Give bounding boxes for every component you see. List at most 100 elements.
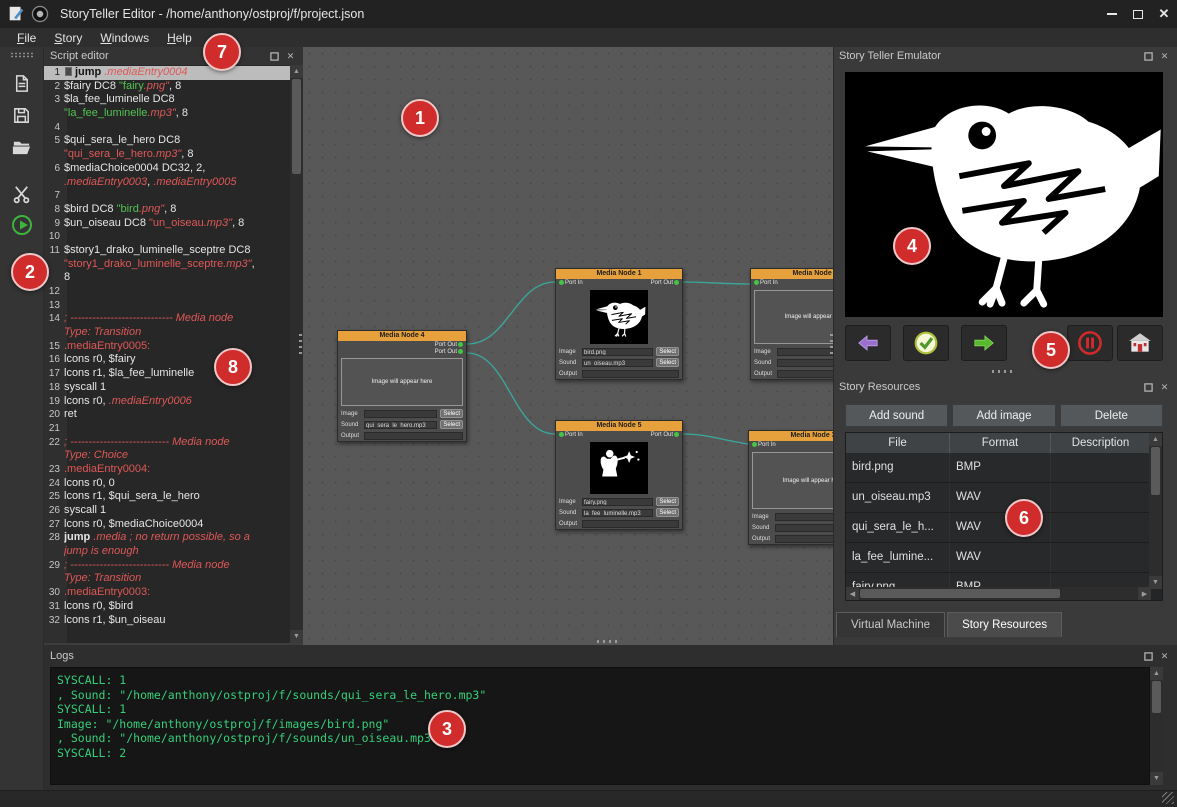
column-header-description[interactable]: Description xyxy=(1051,433,1151,453)
toolbar-drag-handle[interactable] xyxy=(10,52,34,58)
close-panel-button[interactable]: ✕ xyxy=(1158,650,1171,663)
column-header-format[interactable]: Format xyxy=(950,433,1051,453)
media-node[interactable]: Media Node 3Port InImage will appear her… xyxy=(748,430,833,545)
menu-windows[interactable]: Windows xyxy=(91,31,158,45)
input-port[interactable]: Port In xyxy=(753,280,778,287)
float-panel-button[interactable] xyxy=(1142,381,1155,394)
emulator-home-button[interactable] xyxy=(1117,325,1163,361)
table-vertical-scrollbar[interactable]: ▲ ▼ xyxy=(1149,433,1162,589)
emulator-previous-button[interactable] xyxy=(845,325,891,361)
table-row[interactable]: un_oiseau.mp3WAV xyxy=(846,483,1151,513)
scrollbar-thumb[interactable] xyxy=(860,589,1060,598)
field-value[interactable] xyxy=(777,370,833,378)
emulator-next-button[interactable] xyxy=(961,325,1007,361)
resources-delete-button[interactable]: Delete xyxy=(1060,404,1163,427)
scrollbar-thumb[interactable] xyxy=(1152,681,1161,713)
port-dot xyxy=(559,280,564,285)
resources-add-image-button[interactable]: Add image xyxy=(952,404,1055,427)
resources-table[interactable]: FileFormatDescription bird.pngBMPun_oise… xyxy=(845,432,1163,601)
field-value[interactable] xyxy=(582,370,679,378)
media-node[interactable]: Media Node 1Port InPort OutImagebird.png… xyxy=(555,268,683,380)
table-row[interactable]: qui_sera_le_h...WAV xyxy=(846,513,1151,543)
scroll-up-arrow[interactable]: ▲ xyxy=(1149,433,1162,446)
scrollbar-thumb[interactable] xyxy=(1151,447,1160,495)
select-button[interactable]: Select xyxy=(656,508,679,517)
close-panel-button[interactable]: ✕ xyxy=(1158,50,1171,63)
float-panel-button[interactable] xyxy=(268,50,281,63)
select-button[interactable]: Select xyxy=(440,409,463,418)
splitter-handle[interactable] xyxy=(597,640,621,643)
logs-scrollbar[interactable]: ▲ ▼ xyxy=(1150,667,1163,785)
media-node[interactable]: Media Node 5Port InPort OutImagefairy.pn… xyxy=(555,420,683,530)
status-bar xyxy=(0,790,1177,807)
maximize-button[interactable] xyxy=(1125,0,1151,28)
output-port[interactable]: Port Out xyxy=(435,342,464,348)
close-button[interactable]: ✕ xyxy=(1151,0,1177,28)
field-value[interactable]: qui_sera_le_hero.mp3 xyxy=(364,421,437,429)
emulator-validate-button[interactable] xyxy=(903,325,949,361)
select-button[interactable]: Select xyxy=(656,358,679,367)
node-canvas[interactable]: Media Node 4Port OutPort OutImage will a… xyxy=(303,47,833,648)
node-field: Soundun_oiseau.mp3Select xyxy=(556,357,682,368)
float-panel-button[interactable] xyxy=(1142,650,1155,663)
select-button[interactable]: Select xyxy=(440,420,463,429)
script-editor[interactable]: 1jump .mediaEntry00042$fairy DC8 "fairy.… xyxy=(44,65,303,643)
field-value[interactable]: fairy.png xyxy=(582,498,653,506)
table-row[interactable]: bird.pngBMP xyxy=(846,453,1151,483)
media-node[interactable]: Media Node 2Port InImage will appear her… xyxy=(750,268,833,380)
select-button[interactable]: Select xyxy=(656,347,679,356)
float-panel-button[interactable] xyxy=(1142,50,1155,63)
input-port[interactable]: Port In xyxy=(751,442,776,449)
field-value[interactable] xyxy=(775,524,833,532)
field-value[interactable]: bird.png xyxy=(582,348,653,356)
menu-help[interactable]: Help xyxy=(158,31,201,45)
column-header-file[interactable]: File xyxy=(846,433,950,453)
close-panel-button[interactable]: ✕ xyxy=(284,50,297,63)
toolbar-cut-button[interactable] xyxy=(6,178,38,208)
media-node[interactable]: Media Node 4Port OutPort OutImage will a… xyxy=(337,330,467,442)
tab-story-resources[interactable]: Story Resources xyxy=(947,612,1062,637)
splitter-handle[interactable] xyxy=(830,334,833,358)
toolbar-run-button[interactable] xyxy=(6,210,38,240)
logs-content[interactable]: SYSCALL: 1, Sound: "/home/anthony/ostpro… xyxy=(50,667,1150,785)
output-port[interactable]: Port Out xyxy=(651,432,680,438)
select-button[interactable]: Select xyxy=(656,497,679,506)
table-horizontal-scrollbar[interactable]: ◀ ▶ xyxy=(846,587,1151,600)
tab-virtual-machine[interactable]: Virtual Machine xyxy=(836,612,945,637)
toolbar-new-file-button[interactable] xyxy=(6,68,38,98)
scroll-down-arrow[interactable]: ▼ xyxy=(290,630,303,643)
field-value[interactable]: la_fee_luminelle.mp3 xyxy=(582,509,653,517)
field-value[interactable] xyxy=(364,432,463,440)
resize-grip[interactable] xyxy=(1162,792,1174,804)
scroll-right-arrow[interactable]: ▶ xyxy=(1138,587,1151,600)
menu-story[interactable]: Story xyxy=(45,31,91,45)
field-value[interactable] xyxy=(777,348,833,356)
scroll-down-arrow[interactable]: ▼ xyxy=(1150,772,1163,785)
field-value[interactable] xyxy=(582,520,679,528)
scroll-up-arrow[interactable]: ▲ xyxy=(290,65,303,78)
input-port[interactable]: Port In xyxy=(558,432,583,439)
input-port[interactable]: Port In xyxy=(558,280,583,287)
resources-add-sound-button[interactable]: Add sound xyxy=(845,404,948,427)
code-row: 29; --------------------------- Media no… xyxy=(44,559,290,573)
field-value[interactable]: un_oiseau.mp3 xyxy=(582,359,653,367)
scroll-left-arrow[interactable]: ◀ xyxy=(846,587,859,600)
field-value[interactable] xyxy=(775,535,833,543)
output-port[interactable]: Port Out xyxy=(435,349,464,355)
splitter-handle[interactable] xyxy=(992,370,1016,373)
emulator-pause-button[interactable] xyxy=(1067,325,1113,361)
scroll-up-arrow[interactable]: ▲ xyxy=(1150,667,1163,680)
line-number: 26 xyxy=(44,504,64,518)
table-row[interactable]: la_fee_lumine...WAV xyxy=(846,543,1151,573)
scrollbar-thumb[interactable] xyxy=(292,79,301,174)
field-value[interactable] xyxy=(364,410,437,418)
minimize-button[interactable] xyxy=(1099,0,1125,28)
splitter-handle[interactable] xyxy=(299,334,302,358)
field-value[interactable] xyxy=(775,513,833,521)
close-panel-button[interactable]: ✕ xyxy=(1158,381,1171,394)
toolbar-save-button[interactable] xyxy=(6,100,38,130)
output-port[interactable]: Port Out xyxy=(651,280,680,286)
field-value[interactable] xyxy=(777,359,833,367)
toolbar-open-button[interactable] xyxy=(6,132,38,162)
menu-file[interactable]: File xyxy=(8,31,45,45)
